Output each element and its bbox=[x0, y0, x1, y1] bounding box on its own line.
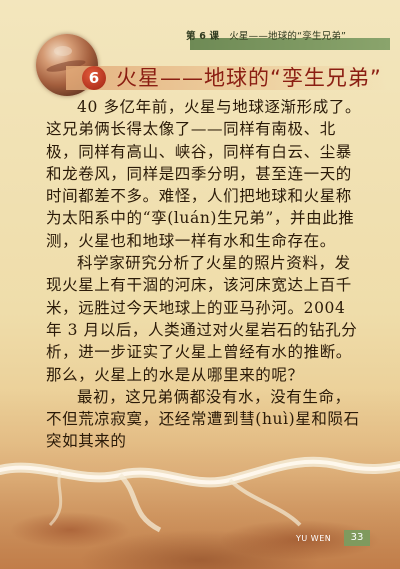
lesson-number-badge: 6 bbox=[82, 66, 106, 90]
paragraph-2: 科学家研究分析了火星的照片资料，发现火星上有干涸的河床，该河床宽达上百千米，远胜… bbox=[46, 254, 358, 384]
lesson-body: 40 多亿年前，火星与地球逐渐形成了。这兄弟俩长得太像了——同样有南极、北极，同… bbox=[46, 96, 364, 453]
page-number: 33 bbox=[344, 530, 370, 546]
header-lesson-title: 火星——地球的“孪生兄弟” bbox=[229, 31, 347, 42]
paragraph-3: 最初，这兄弟俩都没有水，没有生命，不但荒凉寂寞，还经常遭到彗(huì)星和陨石突… bbox=[46, 387, 360, 451]
paragraph-1: 40 多亿年前，火星与地球逐渐形成了。这兄弟俩长得太像了——同样有南极、北极，同… bbox=[46, 98, 362, 250]
running-header: 第 6 课火星——地球的“孪生兄弟” bbox=[186, 29, 346, 45]
header-lesson-label: 第 6 课 bbox=[186, 31, 220, 42]
footer-subject-label: YU WEN bbox=[296, 534, 332, 543]
textbook-page: 第 6 课火星——地球的“孪生兄弟” 6 火星——地球的“孪生兄弟” 40 多亿… bbox=[0, 0, 400, 569]
lesson-title: 火星——地球的“孪生兄弟” bbox=[116, 66, 382, 90]
